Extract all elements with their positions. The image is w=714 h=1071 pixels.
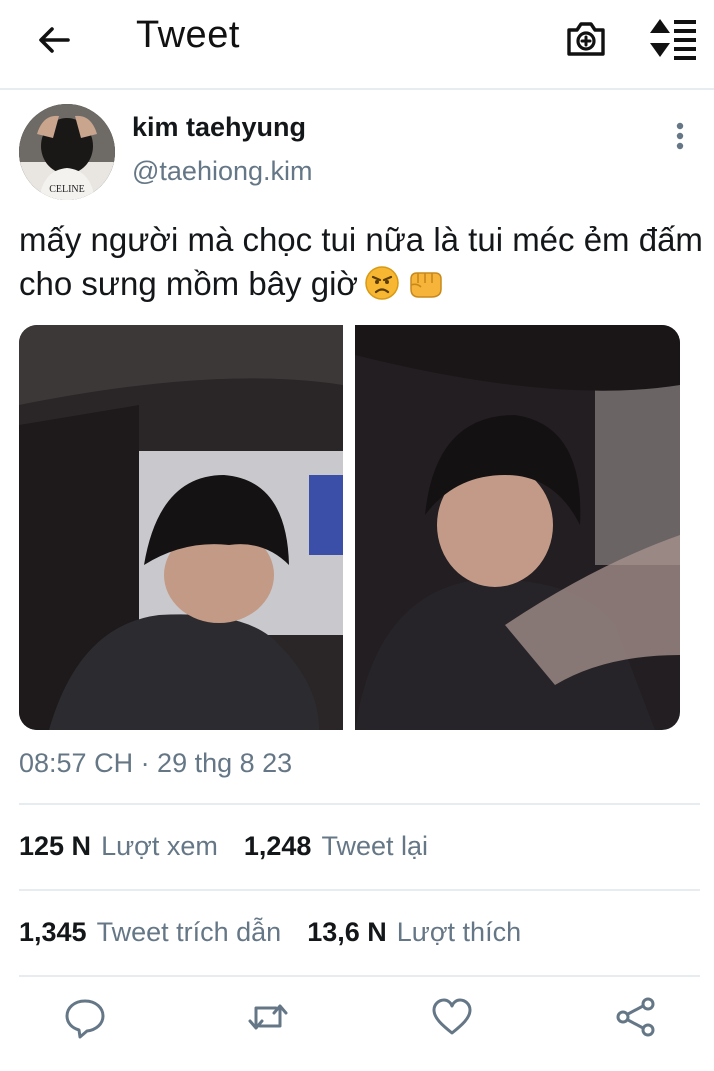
likes-stat[interactable]: 13,6 N Lượt thích [307, 917, 547, 947]
retweets-count: 1,248 [243, 831, 312, 861]
retweets-stat[interactable]: 1,248 Tweet lại [244, 831, 454, 861]
photo-left[interactable] [19, 325, 343, 730]
top-bar: Tweet [0, 0, 714, 90]
retweets-label: Tweet lại [321, 831, 429, 861]
retweet-icon[interactable] [246, 995, 290, 1039]
camera-plus-icon[interactable] [564, 16, 608, 60]
divider [19, 889, 700, 891]
angry-face-emoji [364, 265, 400, 312]
quotes-count: 1,345 [19, 917, 87, 947]
heart-icon[interactable] [430, 995, 474, 1039]
tweet-actions [0, 995, 714, 1051]
tweet-text: mấy người mà chọc tui nữa là tui méc ẻm … [19, 218, 709, 312]
photo-right[interactable] [355, 325, 680, 730]
avatar[interactable]: CELINE [19, 104, 115, 200]
quotes-stat[interactable]: 1,345 Tweet trích dẫn [19, 917, 307, 947]
vertical-dots-icon[interactable] [664, 118, 696, 158]
likes-label: Lượt thích [396, 917, 522, 947]
fist-emoji [406, 265, 444, 312]
views-stat[interactable]: 125 N Lượt xem [19, 831, 244, 861]
views-label: Lượt xem [101, 831, 218, 861]
reply-icon[interactable] [63, 995, 107, 1039]
share-icon[interactable] [614, 995, 658, 1039]
stats-row-2: 1,345 Tweet trích dẫn 13,6 N Lượt thích [19, 917, 547, 948]
divider [19, 803, 700, 805]
tweet-timestamp[interactable]: 08:57 CH · 29 thg 8 23 [19, 748, 292, 779]
avatar-shirt-text: CELINE [49, 184, 85, 195]
tweet-media[interactable] [19, 325, 680, 730]
sort-icon[interactable] [648, 16, 696, 60]
page-title: Tweet [136, 14, 240, 56]
arrow-left-icon[interactable] [34, 20, 74, 60]
stats-row-1: 125 N Lượt xem 1,248 Tweet lại [19, 831, 454, 862]
avatar-photo: CELINE [19, 104, 115, 200]
author-name[interactable]: kim taehyung [132, 112, 306, 143]
likes-count: 13,6 N [307, 917, 387, 947]
views-count: 125 N [19, 831, 92, 861]
divider [19, 975, 700, 977]
author-handle[interactable]: @taehiong.kim [132, 156, 313, 187]
tweet-body: mấy người mà chọc tui nữa là tui méc ẻm … [19, 221, 703, 302]
quotes-label: Tweet trích dẫn [96, 917, 282, 947]
